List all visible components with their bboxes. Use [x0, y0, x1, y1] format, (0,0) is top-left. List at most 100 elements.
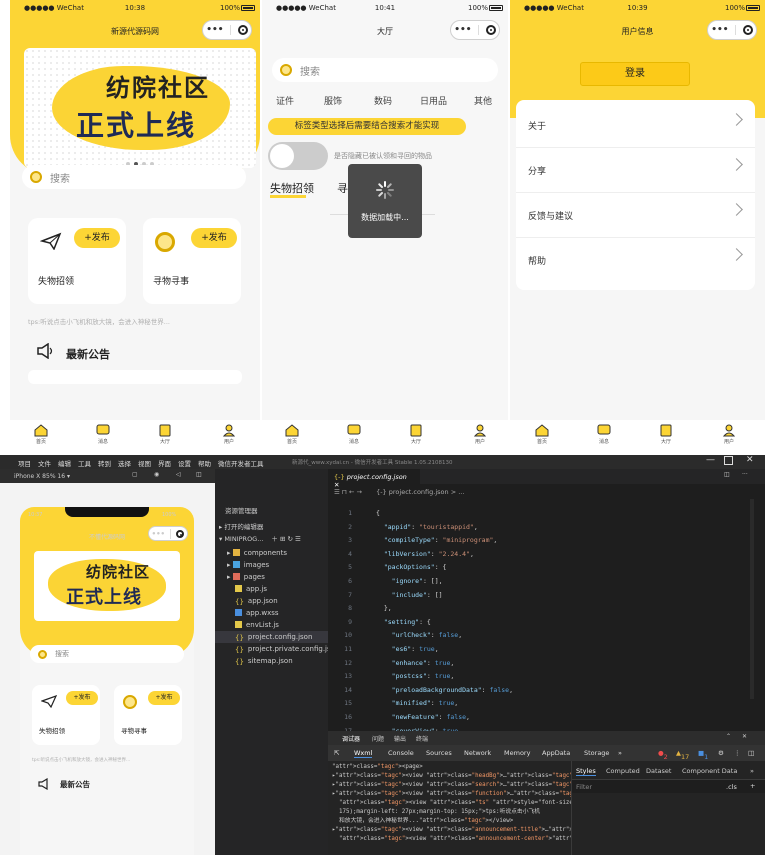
wxml-node[interactable]: 175);margin-left: 27px;margin-top: 15px;… — [332, 808, 567, 817]
folder-images[interactable]: ▸ images — [215, 559, 328, 571]
file-project-config[interactable]: {} project.config.json — [215, 631, 328, 643]
tab-hall[interactable]: 大厅 — [150, 424, 180, 445]
more-tabs[interactable]: » — [618, 749, 622, 757]
tab-home[interactable]: 首页 — [277, 424, 307, 445]
volume-icon[interactable]: ◁ — [176, 471, 181, 478]
banner[interactable]: 纺院社区 正式上线 — [24, 48, 256, 168]
tab-hall[interactable]: 大厅 — [401, 424, 431, 445]
paper-plane-icon[interactable] — [41, 695, 57, 708]
publish-lost-button[interactable]: +发布 — [66, 691, 98, 705]
category-chip[interactable]: 证件 — [276, 94, 294, 107]
cls-toggle[interactable]: .cls — [726, 783, 737, 791]
warning-count[interactable]: ▲ 17 — [676, 749, 689, 761]
tab-console[interactable]: Console — [388, 749, 414, 757]
split-editor-icon[interactable]: ◫ — [724, 471, 730, 478]
collapse-panel-icon[interactable]: ⌃ — [726, 733, 731, 740]
wxml-node[interactable]: "attr">class="tagc"><view "attr">class="… — [332, 799, 667, 808]
folder-components[interactable]: ▸ components — [215, 547, 328, 559]
tab-memory[interactable]: Memory — [504, 749, 530, 757]
tab-sources[interactable]: Sources — [426, 749, 452, 757]
screen-icon[interactable]: ▢ — [132, 471, 138, 478]
publish-seek-button[interactable]: +发布 — [148, 691, 180, 705]
menu-item[interactable]: 微信开发者工具 — [218, 458, 264, 468]
search-input[interactable]: 搜索 — [22, 165, 246, 189]
publish-lost-button[interactable]: +发布 — [74, 228, 120, 248]
wxml-node[interactable]: "attr">class="tagc"><view "attr">class="… — [332, 835, 646, 844]
hide-claimed-toggle[interactable] — [268, 142, 328, 170]
menu-item[interactable]: 视图 — [138, 458, 151, 468]
layout-icon[interactable]: ◫ — [196, 471, 202, 478]
close-panel-icon[interactable]: ✕ — [742, 733, 747, 740]
file-app-wxss[interactable]: app.wxss — [215, 607, 328, 619]
magnifier-icon[interactable] — [123, 695, 137, 709]
file-envlist-js[interactable]: envList.js — [215, 619, 328, 631]
add-rule-icon[interactable]: + — [750, 782, 755, 790]
close-miniprogram-icon[interactable] — [176, 529, 185, 538]
device-select[interactable]: iPhone X 85% 16 ▾ — [14, 473, 70, 480]
menu-item[interactable]: 界面 — [158, 458, 171, 468]
menu-item[interactable]: 设置 — [178, 458, 191, 468]
project-section[interactable]: ▾ MINIPROG... ＋ ⊞ ↻ ☰ — [215, 533, 328, 545]
tab-user[interactable]: 用户 — [214, 424, 244, 445]
capsule-menu[interactable]: ••• — [450, 20, 500, 40]
more-vert-icon[interactable]: ⋮ — [734, 749, 741, 757]
tab-home[interactable]: 首页 — [527, 424, 557, 445]
wxml-node[interactable]: "attr">class="tagc"><page> — [332, 763, 567, 772]
capsule-menu[interactable]: ••• — [707, 20, 757, 40]
tab-user[interactable]: 用户 — [714, 424, 744, 445]
info-count[interactable]: ■ 1 — [698, 749, 708, 761]
explorer-actions[interactable]: ＋ ⊞ ↻ ☰ — [271, 535, 300, 543]
menu-about[interactable]: 关于 — [516, 103, 755, 148]
lost-found-card[interactable]: +发布 失物招领 — [28, 218, 126, 304]
tab-storage[interactable]: Storage — [584, 749, 609, 757]
wxml-tree[interactable]: "attr">class="tagc"><page> ▸"attr">class=… — [332, 763, 667, 844]
error-count[interactable]: ● 2 — [658, 749, 668, 761]
more-icon[interactable]: ••• — [206, 25, 223, 35]
capsule-menu[interactable]: ••• — [202, 20, 252, 40]
tab-message[interactable]: 消息 — [589, 424, 619, 445]
tab-dataset[interactable]: Dataset — [646, 767, 671, 775]
tab-component-data[interactable]: Component Data — [682, 767, 737, 775]
record-icon[interactable]: ◉ — [154, 471, 159, 478]
tab-problems[interactable]: 问题 — [372, 734, 384, 743]
close-miniprogram-icon[interactable] — [237, 25, 248, 35]
tab-terminal[interactable]: 终端 — [416, 734, 428, 743]
more-style-tabs[interactable]: » — [750, 767, 754, 775]
lost-found-card[interactable]: +发布 失物招领 — [32, 685, 100, 745]
banner[interactable]: 纺院社区 正式上线 — [34, 551, 180, 621]
file-sitemap[interactable]: {} sitemap.json — [215, 655, 328, 667]
dock-icon[interactable]: ◫ — [748, 749, 754, 757]
category-chip[interactable]: 日用品 — [420, 94, 447, 107]
file-app-js[interactable]: app.js — [215, 583, 328, 595]
more-actions-icon[interactable]: ··· — [742, 471, 748, 478]
tab-network[interactable]: Network — [464, 749, 491, 757]
close-miniprogram-icon[interactable] — [485, 25, 496, 35]
tab-appdata[interactable]: AppData — [542, 749, 570, 757]
wxml-node[interactable]: 和放大镜，会进入神秘世界..."attr">class="tagc"></vie… — [332, 817, 567, 826]
seek-item-card[interactable]: +发布 寻物寻事 — [114, 685, 182, 745]
editor-tab-project-config[interactable]: {-} project.config.json ✕ — [328, 469, 420, 489]
menu-item[interactable]: 编辑 — [58, 458, 71, 468]
close-miniprogram-icon[interactable] — [742, 25, 753, 35]
maximize-icon[interactable] — [724, 456, 733, 465]
menu-share[interactable]: 分享 — [516, 148, 755, 193]
paper-plane-icon[interactable] — [40, 232, 62, 250]
editor-nav-icons[interactable]: ☰ ⊓ ← → — [334, 488, 362, 496]
menu-help[interactable]: 帮助 — [516, 238, 755, 283]
wxml-node[interactable]: ▸"attr">class="tagc"><view "attr">class=… — [332, 772, 601, 781]
file-app-json[interactable]: {} app.json — [215, 595, 328, 607]
tab-message[interactable]: 消息 — [88, 424, 118, 445]
tab-styles[interactable]: Styles — [576, 767, 596, 776]
tab-debugger[interactable]: 调试器 — [342, 734, 360, 743]
capsule-menu[interactable]: ••• — [148, 526, 188, 541]
publish-seek-button[interactable]: +发布 — [191, 228, 237, 248]
filter-input[interactable]: Filter — [576, 783, 592, 791]
minimize-icon[interactable]: — — [706, 455, 715, 465]
search-input[interactable]: 搜索 — [30, 645, 184, 663]
search-input[interactable]: 搜索 — [272, 58, 498, 82]
tab-wxml[interactable]: Wxml — [354, 749, 373, 758]
tab-seek[interactable]: 寻 — [337, 180, 348, 196]
login-button[interactable]: 登录 — [580, 62, 690, 86]
menu-item[interactable]: 帮助 — [198, 458, 211, 468]
magnifier-icon[interactable] — [155, 232, 175, 252]
